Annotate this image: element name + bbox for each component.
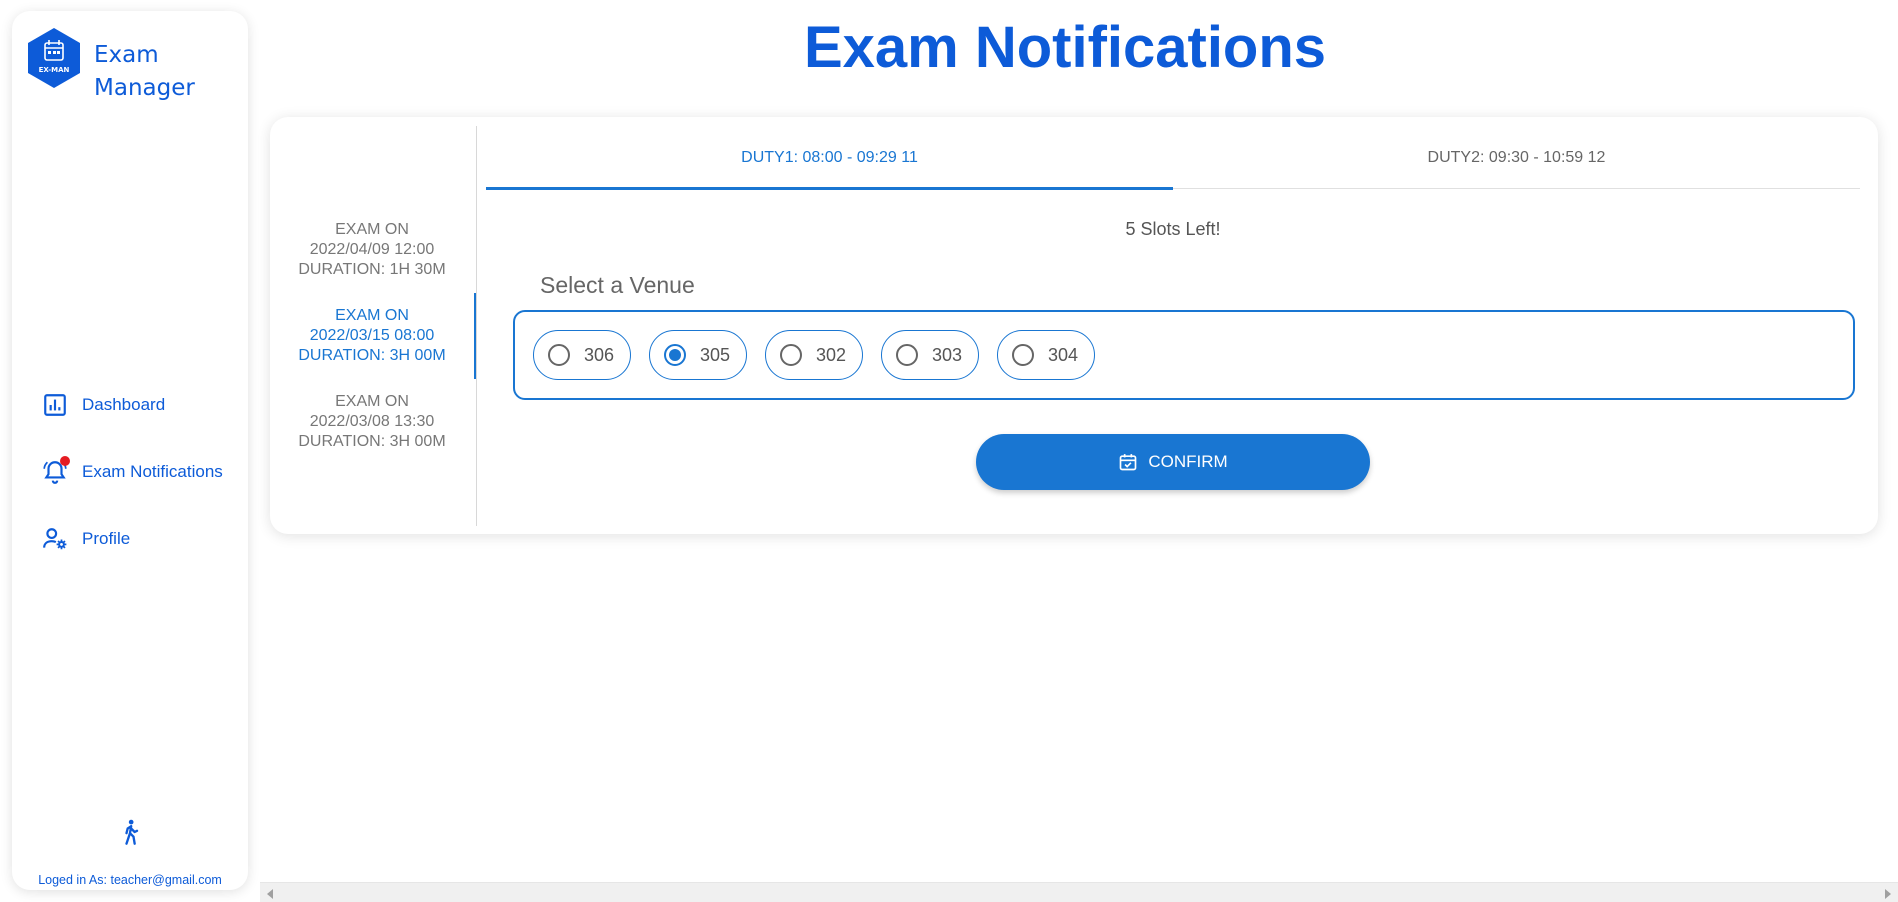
tab-duty2[interactable]: DUTY2: 09:30 - 10:59 12 — [1173, 127, 1860, 188]
bell-icon — [42, 455, 70, 485]
app-name: Exam Manager — [94, 42, 195, 101]
duty-tabs: DUTY1: 08:00 - 09:29 11 DUTY2: 09:30 - 1… — [486, 127, 1860, 190]
walk-icon[interactable] — [116, 818, 144, 846]
notification-badge — [60, 455, 70, 466]
slots-left-text: 5 Slots Left! — [1125, 219, 1221, 239]
sidebar: EX-MAN Exam Manager Dashboard Exam Notif… — [12, 11, 248, 890]
exam-card: EXAM ON 2022/04/09 12:00 DURATION: 1H 30M … — [270, 117, 1878, 534]
user-settings-icon — [42, 526, 68, 552]
sidebar-item-exam-notifications[interactable]: Exam Notifications — [12, 438, 248, 505]
sidebar-item-dashboard[interactable]: Dashboard — [12, 371, 248, 438]
venue-option-302[interactable]: 302 — [765, 330, 863, 380]
radio-checked-icon — [664, 344, 686, 366]
venue-option-305[interactable]: 305 — [649, 330, 747, 380]
sidebar-item-label: Exam Notifications — [82, 461, 223, 481]
radio-icon — [780, 344, 802, 366]
exam-item-selected[interactable]: EXAM ON 2022/03/15 08:00 DURATION: 3H 00M — [270, 293, 476, 379]
radio-icon — [548, 344, 570, 366]
sidebar-item-profile[interactable]: Profile — [12, 505, 248, 572]
confirm-label: CONFIRM — [1148, 452, 1228, 471]
sidebar-item-label: Profile — [82, 528, 131, 548]
logged-in-text: Loged in As: teacher@gmail.com — [38, 873, 222, 887]
page-title: Exam Notifications — [803, 15, 1327, 80]
venue-label: Select a Venue — [540, 272, 695, 298]
sidebar-item-label: Dashboard — [82, 394, 166, 414]
app: EX-MAN Exam Manager Dashboard Exam Notif… — [0, 0, 1898, 902]
calendar-check-icon — [1119, 454, 1137, 471]
exam-item[interactable]: EXAM ON 2022/03/08 13:30 DURATION: 3H 00M — [270, 379, 476, 465]
scroll-right-icon[interactable] — [1885, 889, 1891, 899]
logo-icon: EX-MAN — [28, 28, 80, 88]
sidebar-nav: Dashboard Exam Notifications Profile — [12, 371, 248, 572]
logo-text: EX-MAN — [39, 66, 70, 74]
confirm-button[interactable]: CONFIRM — [976, 434, 1370, 490]
exam-list: EXAM ON 2022/04/09 12:00 DURATION: 1H 30M … — [270, 207, 476, 465]
venue-option-304[interactable]: 304 — [997, 330, 1095, 380]
venue-option-306[interactable]: 306 — [533, 330, 631, 380]
exam-item[interactable]: EXAM ON 2022/04/09 12:00 DURATION: 1H 30M — [270, 207, 476, 293]
radio-icon — [896, 344, 918, 366]
bar-chart-icon — [42, 392, 68, 418]
horizontal-scrollbar[interactable] — [260, 882, 1898, 902]
tab-duty1[interactable]: DUTY1: 08:00 - 09:29 11 — [486, 127, 1173, 190]
divider — [476, 126, 477, 526]
venue-radio-group: 306 305 302 303 304 — [513, 310, 1855, 400]
radio-icon — [1012, 344, 1034, 366]
brand[interactable]: EX-MAN Exam Manager — [26, 27, 214, 105]
venue-option-303[interactable]: 303 — [881, 330, 979, 380]
scroll-left-icon[interactable] — [267, 889, 273, 899]
